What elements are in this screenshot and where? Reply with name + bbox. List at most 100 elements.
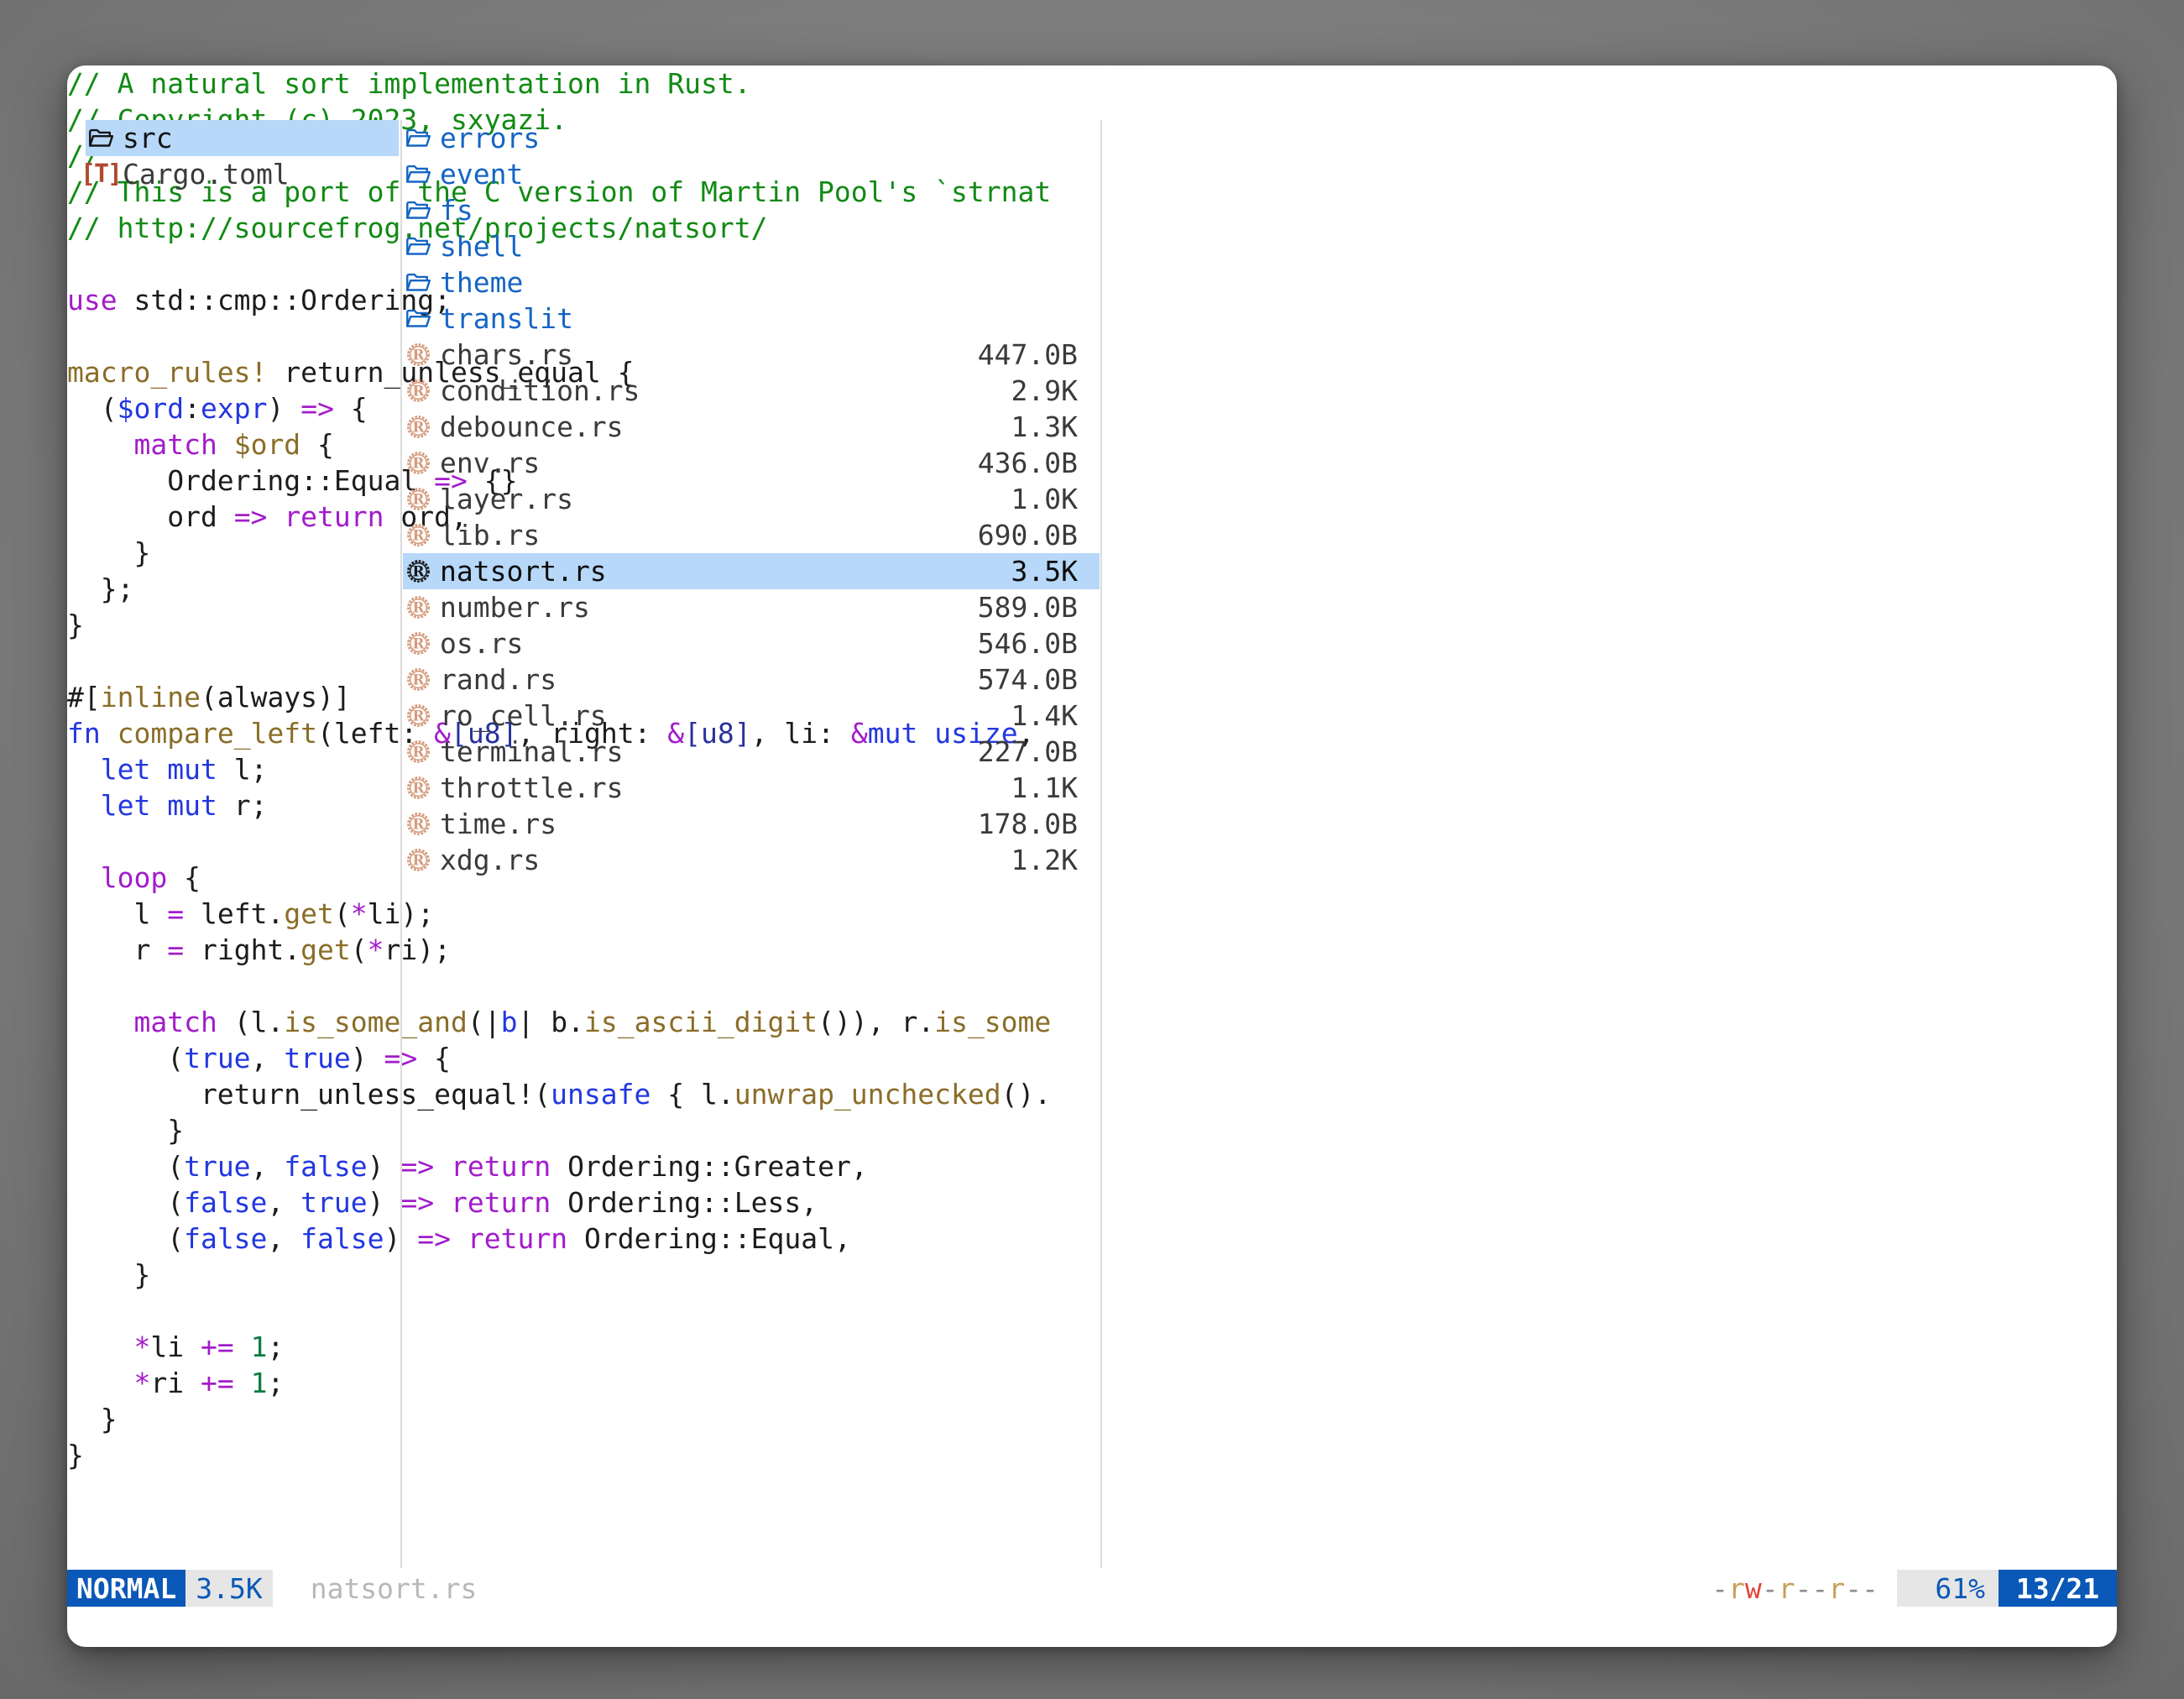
- entry-name: debounce.rs: [440, 410, 1011, 443]
- svg-text:R: R: [412, 815, 425, 832]
- entry-name: chars.rs: [440, 338, 978, 371]
- svg-text:R: R: [412, 490, 425, 507]
- entry-name: os.rs: [440, 627, 978, 660]
- entry-name: shell: [440, 230, 1078, 263]
- entry-size: 1.2K: [1011, 844, 1100, 876]
- file-row[interactable]: Rchars.rs447.0B: [403, 337, 1100, 373]
- svg-text:R: R: [412, 779, 425, 796]
- svg-text:R: R: [412, 851, 425, 868]
- entry-name: fs: [440, 194, 1078, 227]
- file-row[interactable]: Rnatsort.rs3.5K: [403, 553, 1100, 589]
- svg-text:R: R: [412, 707, 425, 724]
- code-line: r = right.get(*ri);: [67, 932, 1068, 968]
- dir-row[interactable]: translit: [403, 301, 1100, 337]
- code-line: (true, false) => return Ordering::Greate…: [67, 1148, 1068, 1184]
- entry-name: natsort.rs: [440, 555, 1011, 588]
- rust-icon: R: [403, 448, 433, 478]
- entry-name: errors: [440, 122, 1078, 154]
- entry-size: 1.1K: [1011, 771, 1100, 804]
- svg-text:R: R: [412, 382, 425, 399]
- entry-name: layer.rs: [440, 483, 1011, 515]
- entry-name: time.rs: [440, 808, 978, 840]
- entry-size: 546.0B: [978, 627, 1100, 660]
- svg-text:R: R: [412, 562, 425, 579]
- entry-name: theme: [440, 266, 1078, 299]
- file-row[interactable]: Rxdg.rs1.2K: [403, 842, 1100, 878]
- file-size-chip: 3.5K: [185, 1570, 272, 1607]
- svg-text:R: R: [412, 743, 425, 760]
- folder-open-icon: [403, 159, 433, 190]
- file-row[interactable]: Rterminal.rs227.0B: [403, 734, 1100, 770]
- list-position-chip: 13/21: [1999, 1570, 2117, 1607]
- status-file-name: natsort.rs: [311, 1572, 478, 1605]
- code-line: }: [67, 1437, 1068, 1473]
- dir-row[interactable]: src: [86, 120, 399, 156]
- entry-size: 574.0B: [978, 663, 1100, 696]
- file-row[interactable]: Rnumber.rs589.0B: [403, 589, 1100, 625]
- entry-name: condition.rs: [440, 374, 1011, 407]
- folder-open-icon: [86, 123, 116, 154]
- rust-icon: R: [403, 484, 433, 515]
- dir-row[interactable]: shell: [403, 228, 1100, 264]
- entry-name: rand.rs: [440, 663, 978, 696]
- rust-icon: R: [403, 557, 433, 587]
- file-row[interactable]: [T]Cargo.toml: [86, 156, 399, 192]
- entry-name: throttle.rs: [440, 771, 1011, 804]
- toml-icon: [T]: [86, 159, 116, 190]
- rust-icon: R: [403, 340, 433, 370]
- rust-icon: R: [403, 773, 433, 803]
- status-bar: NORMAL 3.5K natsort.rs -rw-r--r-- 61% 13…: [67, 1570, 2117, 1607]
- pane-divider-right: [1100, 120, 1102, 1568]
- scroll-percent-chip: 61%: [1897, 1570, 1999, 1607]
- dir-row[interactable]: theme: [403, 264, 1100, 301]
- folder-open-icon: [403, 123, 433, 154]
- entry-size: 690.0B: [978, 519, 1100, 552]
- entry-name: env.rs: [440, 447, 978, 479]
- file-row[interactable]: Rrand.rs574.0B: [403, 661, 1100, 698]
- svg-text:R: R: [412, 671, 425, 687]
- status-right-group: -rw-r--r-- 61% 13/21: [1711, 1570, 2117, 1607]
- entry-size: 589.0B: [978, 591, 1100, 624]
- entry-size: 436.0B: [978, 447, 1100, 479]
- code-line: }: [67, 1257, 1068, 1293]
- file-row[interactable]: Rro_cell.rs1.4K: [403, 698, 1100, 734]
- rust-icon: R: [403, 412, 433, 442]
- dir-row[interactable]: fs: [403, 192, 1100, 228]
- rust-icon: R: [403, 809, 433, 839]
- rust-icon: R: [403, 376, 433, 406]
- code-line: // A natural sort implementation in Rust…: [67, 65, 1068, 102]
- pane-divider-left: [400, 120, 402, 1568]
- code-line: return_unless_equal!(unsafe { l.unwrap_u…: [67, 1076, 1068, 1112]
- svg-text:R: R: [412, 635, 425, 651]
- file-row[interactable]: Renv.rs436.0B: [403, 445, 1100, 481]
- entry-name: terminal.rs: [440, 735, 978, 768]
- svg-text:R: R: [412, 526, 425, 543]
- svg-text:R: R: [412, 599, 425, 615]
- svg-text:R: R: [412, 418, 425, 435]
- file-row[interactable]: Ros.rs546.0B: [403, 625, 1100, 661]
- code-line: *li += 1;: [67, 1329, 1068, 1365]
- code-line: [67, 1293, 1068, 1329]
- rust-icon: R: [403, 629, 433, 659]
- file-row[interactable]: Rlib.rs690.0B: [403, 517, 1100, 553]
- rust-icon: R: [403, 520, 433, 551]
- entry-name: event: [440, 158, 1078, 191]
- file-row[interactable]: Rdebounce.rs1.3K: [403, 409, 1100, 445]
- rust-icon: R: [403, 701, 433, 731]
- code-line: [67, 968, 1068, 1004]
- code-line: (false, true) => return Ordering::Less,: [67, 1184, 1068, 1221]
- code-line: (true, true) => {: [67, 1040, 1068, 1076]
- dir-row[interactable]: errors: [403, 120, 1100, 156]
- dir-row[interactable]: event: [403, 156, 1100, 192]
- current-pane: errorseventfsshellthemetranslitRchars.rs…: [403, 120, 1100, 878]
- svg-text:R: R: [412, 346, 425, 363]
- file-row[interactable]: Rthrottle.rs1.1K: [403, 770, 1100, 806]
- file-row[interactable]: Rlayer.rs1.0K: [403, 481, 1100, 517]
- desktop: { "app": "yazi-file-manager", "colors": …: [0, 0, 2184, 1699]
- file-row[interactable]: Rtime.rs178.0B: [403, 806, 1100, 842]
- status-left-group: NORMAL 3.5K natsort.rs: [67, 1570, 477, 1607]
- file-row[interactable]: Rcondition.rs2.9K: [403, 373, 1100, 409]
- rust-icon: R: [403, 737, 433, 767]
- entry-name: Cargo.toml: [123, 158, 399, 191]
- folder-open-icon: [403, 232, 433, 262]
